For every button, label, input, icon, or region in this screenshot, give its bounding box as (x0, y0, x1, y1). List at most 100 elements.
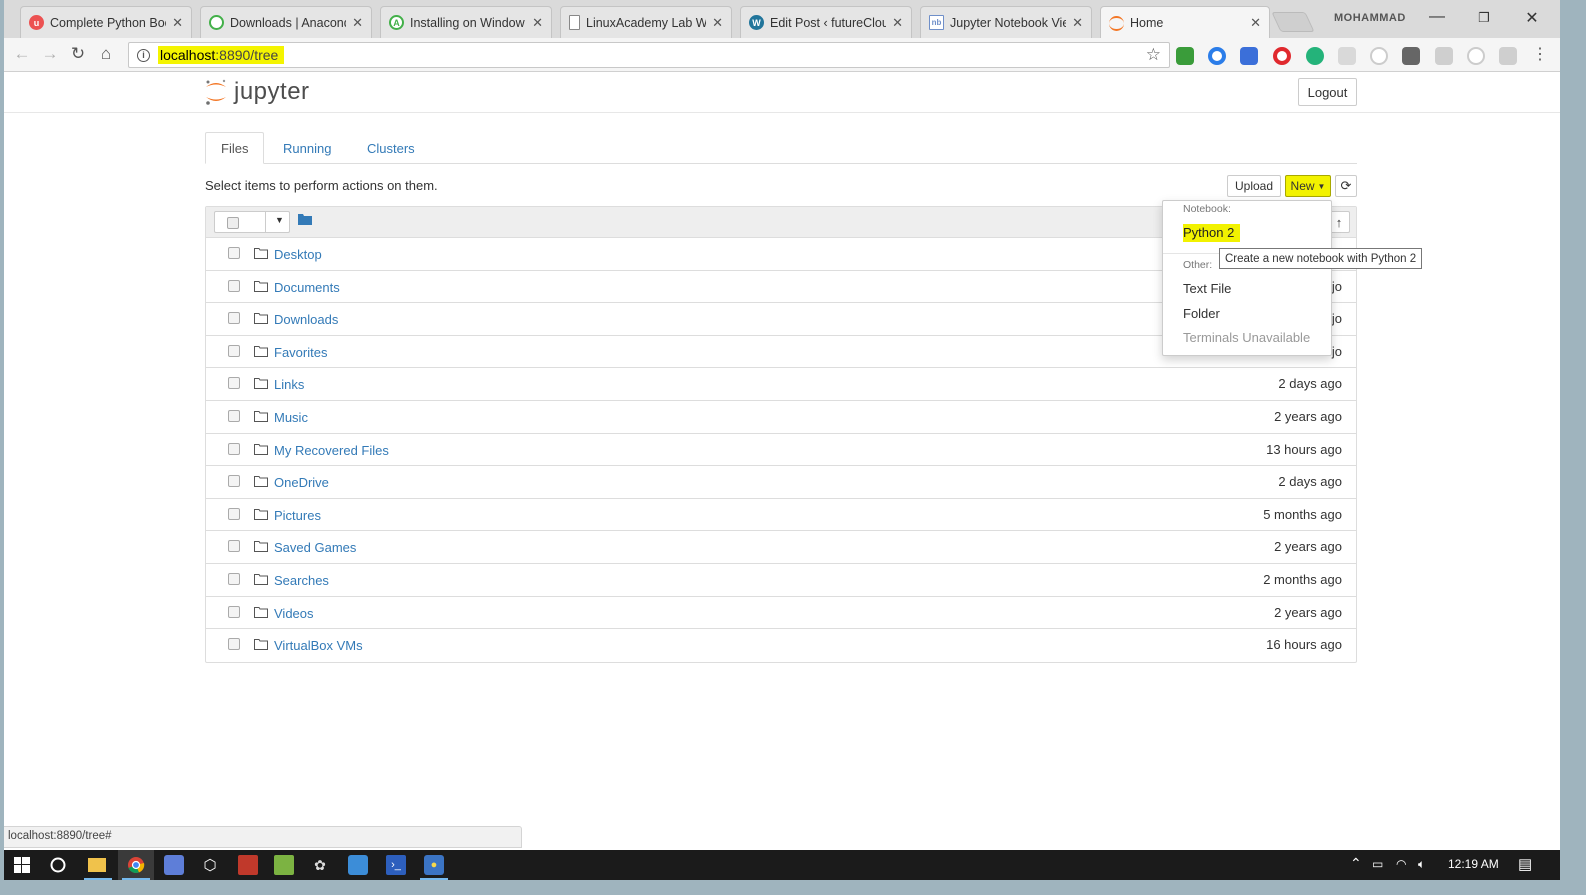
table-row[interactable]: Videos 2 years ago (206, 597, 1356, 630)
extension-icon[interactable] (1467, 47, 1485, 65)
cortana-icon[interactable] (48, 855, 68, 875)
row-checkbox[interactable] (228, 475, 240, 488)
file-name-link[interactable]: Desktop (274, 247, 322, 262)
browser-tab-0[interactable]: u Complete Python Boo ✕ (20, 6, 192, 38)
cube-icon[interactable]: ⬡ (200, 855, 220, 875)
notifications-icon[interactable]: ▤ (1518, 855, 1532, 873)
row-checkbox[interactable] (228, 247, 240, 259)
browser-tab-5[interactable]: nb Jupyter Notebook Vie ✕ (920, 6, 1092, 38)
file-name-link[interactable]: Searches (274, 573, 329, 588)
restore-icon[interactable]: ❐ (1469, 10, 1499, 26)
extension-icon[interactable] (1370, 47, 1388, 65)
back-icon[interactable]: ← (10, 44, 34, 64)
browser-tab-2[interactable]: A Installing on Window ✕ (380, 6, 552, 38)
bookmark-star-icon[interactable]: ☆ (1146, 45, 1161, 65)
extension-icon[interactable] (1240, 47, 1258, 65)
folder-icon[interactable] (298, 213, 312, 225)
app-icon[interactable]: ✿ (310, 855, 330, 875)
file-name-link[interactable]: Documents (274, 280, 340, 295)
chevron-up-icon[interactable]: ⌃ (1350, 855, 1362, 872)
close-icon[interactable]: ✕ (892, 15, 903, 31)
table-row[interactable]: Searches 2 months ago (206, 564, 1356, 597)
row-checkbox[interactable] (228, 344, 240, 357)
row-checkbox[interactable] (228, 540, 240, 553)
file-name-link[interactable]: Music (274, 410, 308, 425)
new-button[interactable]: New ▼ (1285, 175, 1331, 197)
select-all-dropdown[interactable]: ▼ (214, 211, 290, 233)
table-row[interactable]: OneDrive 2 days ago (206, 466, 1356, 499)
powershell-icon[interactable]: ›_ (386, 855, 406, 875)
row-checkbox[interactable] (228, 572, 240, 585)
wifi-icon[interactable]: ◠ (1396, 857, 1406, 871)
row-checkbox[interactable] (228, 638, 240, 651)
table-row[interactable]: My Recovered Files 13 hours ago (206, 434, 1356, 467)
app-icon[interactable] (348, 855, 368, 875)
close-icon[interactable]: ✕ (172, 15, 183, 31)
reload-icon[interactable]: ↻ (66, 44, 90, 64)
chrome-icon[interactable] (126, 855, 146, 875)
row-checkbox[interactable] (228, 442, 240, 455)
app-icon[interactable] (238, 855, 258, 875)
python-icon[interactable]: ● (424, 855, 444, 875)
file-name-link[interactable]: Downloads (274, 312, 338, 327)
info-icon[interactable]: i (137, 48, 150, 62)
tab-clusters[interactable]: Clusters (352, 132, 430, 164)
opera-icon[interactable] (1273, 47, 1291, 65)
menu-kebab-icon[interactable]: ⋮ (1528, 44, 1552, 64)
menu-item-text-file[interactable]: Text File (1183, 281, 1231, 296)
row-checkbox[interactable] (228, 409, 240, 422)
file-name-link[interactable]: Pictures (274, 508, 321, 523)
file-name-link[interactable]: Videos (274, 606, 314, 621)
row-checkbox[interactable] (228, 312, 240, 325)
extension-icon[interactable] (1499, 47, 1517, 65)
row-checkbox[interactable] (228, 507, 240, 520)
close-window-icon[interactable]: ✕ (1517, 8, 1547, 28)
browser-tab-1[interactable]: Downloads | Anacond ✕ (200, 6, 372, 38)
volume-icon[interactable]: 🔈︎ (1418, 857, 1425, 872)
row-checkbox[interactable] (228, 605, 240, 618)
close-icon[interactable]: ✕ (532, 15, 543, 31)
table-row[interactable]: Links 2 days ago (206, 368, 1356, 401)
profile-name[interactable]: MOHAMMAD (1334, 12, 1406, 24)
file-name-link[interactable]: VirtualBox VMs (274, 638, 363, 653)
file-name-link[interactable]: Links (274, 377, 304, 392)
windows-start-icon[interactable] (12, 855, 32, 875)
jupyter-logo[interactable]: jupyter (204, 78, 310, 106)
battery-icon[interactable]: ▭ (1372, 857, 1383, 871)
row-checkbox[interactable] (228, 279, 240, 292)
row-checkbox[interactable] (228, 377, 240, 390)
file-name-link[interactable]: My Recovered Files (274, 443, 389, 458)
tab-files[interactable]: Files (205, 132, 265, 164)
browser-tab-3[interactable]: LinuxAcademy Lab W ✕ (560, 6, 732, 38)
close-icon[interactable]: ✕ (352, 15, 363, 31)
extension-icon[interactable] (1338, 47, 1356, 65)
file-explorer-icon[interactable] (88, 858, 106, 872)
extension-icon[interactable] (1435, 47, 1453, 65)
menu-item-python2[interactable]: Python 2 (1183, 224, 1241, 242)
upload-button[interactable]: Upload (1227, 175, 1281, 197)
app-icon[interactable] (164, 855, 184, 875)
tab-running[interactable]: Running (268, 132, 346, 164)
close-icon[interactable]: ✕ (712, 15, 723, 31)
file-name-link[interactable]: OneDrive (274, 475, 329, 490)
extension-icon[interactable] (1176, 47, 1194, 65)
menu-item-folder[interactable]: Folder (1183, 306, 1220, 321)
notepad-icon[interactable] (274, 855, 294, 875)
extension-icon[interactable] (1306, 47, 1324, 65)
logout-button[interactable]: Logout (1298, 78, 1357, 106)
select-all-checkbox[interactable] (227, 217, 239, 229)
caret-down-icon[interactable]: ▼ (275, 215, 284, 225)
home-icon[interactable]: ⌂ (94, 44, 118, 64)
refresh-button[interactable]: ⟳ (1335, 175, 1357, 197)
clock[interactable]: 12:19 AM (1448, 857, 1499, 871)
minimize-icon[interactable]: — (1422, 8, 1452, 26)
table-row[interactable]: Pictures 5 months ago (206, 499, 1356, 532)
table-row[interactable]: Saved Games 2 years ago (206, 531, 1356, 564)
table-row[interactable]: VirtualBox VMs 16 hours ago (206, 629, 1356, 662)
table-row[interactable]: Music 2 years ago (206, 401, 1356, 434)
new-tab-button[interactable] (1271, 12, 1315, 32)
extension-icon[interactable] (1208, 47, 1226, 65)
close-icon[interactable]: ✕ (1072, 15, 1083, 31)
browser-tab-6[interactable]: Home ✕ (1100, 6, 1270, 39)
forward-icon[interactable]: → (38, 44, 62, 64)
